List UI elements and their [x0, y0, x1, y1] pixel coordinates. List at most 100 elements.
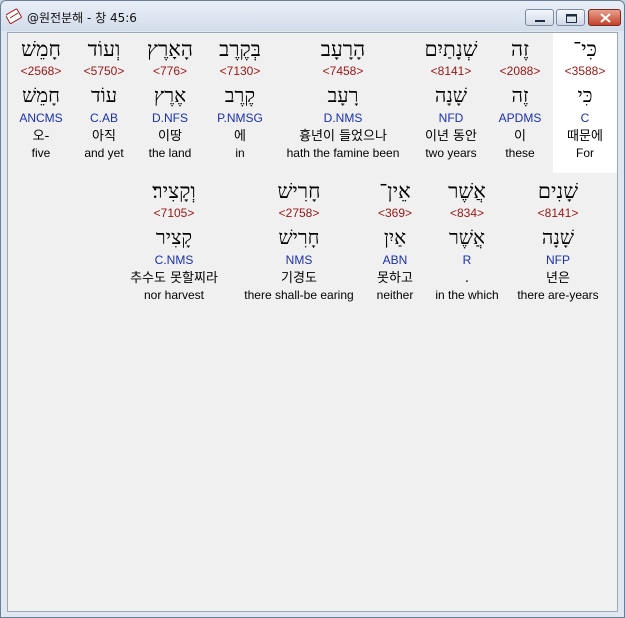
- hebrew-word: כִּי־: [573, 37, 597, 61]
- korean-gloss: 이년 동안: [425, 129, 477, 144]
- hebrew-word: אֲשֶׁר: [448, 179, 486, 203]
- app-window: @원전분해 - 창 45:6 כִּי־ <3588> כִּי C 때문에 F…: [0, 0, 625, 618]
- word-column[interactable]: אֲשֶׁר <834> אֲשֶׁר R . in the which: [428, 176, 506, 303]
- morph-code: R: [462, 253, 472, 267]
- korean-gloss: 오-: [32, 129, 50, 144]
- lemma-word: כִּי: [577, 83, 593, 107]
- word-column[interactable]: הָרָעָב <7458> רָעָב D.NMS 흉년이 들었으나 hath…: [277, 34, 409, 161]
- hebrew-word: זֶה: [511, 37, 529, 61]
- word-column[interactable]: חָרִישׁ <2758> חָרִישׁ NMS 기경도 there sha…: [236, 176, 362, 303]
- title-bar[interactable]: @원전분해 - 창 45:6: [1, 1, 624, 31]
- english-gloss: the land: [148, 146, 192, 160]
- word-column[interactable]: אֵין־ <369> אַיִן ABN 못하고 neither: [366, 176, 424, 303]
- morph-code: D.NMS: [323, 111, 363, 125]
- maximize-icon: [566, 14, 577, 23]
- strong-number: <7130>: [219, 64, 261, 78]
- app-icon: [6, 8, 22, 24]
- strong-number: <7458>: [322, 64, 364, 78]
- strong-number: <7105>: [153, 206, 195, 220]
- english-gloss: nor harvest: [143, 288, 205, 302]
- word-column[interactable]: הָאָרֶץ <776> אֶרֶץ D.NFS 이땅 the land: [138, 34, 202, 161]
- hebrew-word: חָרִישׁ: [277, 179, 321, 203]
- strong-number: <834>: [449, 206, 485, 220]
- korean-gloss: 아직: [92, 129, 116, 144]
- word-column[interactable]: חָמֵשׁ <2568> חָמֵשׁ ANCMS 오- five: [11, 34, 71, 161]
- lemma-word: שָׁנָה: [541, 225, 575, 249]
- morph-code: C: [580, 111, 590, 125]
- strong-number: <776>: [152, 64, 188, 78]
- strong-number: <3588>: [564, 64, 606, 78]
- morph-code: D.NFS: [152, 111, 188, 125]
- lemma-word: אַיִן: [383, 225, 407, 249]
- hebrew-word: שָׁנִים: [537, 179, 579, 203]
- lemma-word: קָצִיר: [155, 225, 193, 249]
- korean-gloss: 년은: [546, 271, 570, 286]
- word-column[interactable]: שְׁנָתַיִם <8141> שָׁנָה NFD 이년 동안 two y…: [412, 34, 490, 161]
- english-gloss: in: [235, 146, 245, 160]
- lemma-word: שָׁנָה: [434, 83, 468, 107]
- lemma-word: אֶרֶץ: [153, 83, 187, 107]
- morph-code: NFP: [546, 253, 570, 267]
- interlinear-panel[interactable]: כִּי־ <3588> כִּי C 때문에 For זֶה <2088> ז…: [7, 32, 618, 612]
- strong-number: <5750>: [83, 64, 125, 78]
- korean-gloss: 추수도 못할찌라: [130, 271, 218, 286]
- hebrew-word: וְקָצִיר׃: [152, 179, 196, 203]
- hebrew-word: וְעוֹד: [87, 37, 121, 61]
- korean-gloss: 이땅: [158, 129, 182, 144]
- lemma-word: זֶה: [511, 83, 529, 107]
- english-gloss: and yet: [84, 146, 124, 160]
- hebrew-word: הָרָעָב: [320, 37, 366, 61]
- hebrew-word: בְּקֶרֶב: [219, 37, 261, 61]
- hebrew-word: הָאָרֶץ: [147, 37, 193, 61]
- english-gloss: hath the famine been: [286, 146, 400, 160]
- hebrew-word: חָמֵשׁ: [21, 37, 61, 61]
- strong-number: <2568>: [20, 64, 62, 78]
- morph-code: ABN: [382, 253, 408, 267]
- english-gloss: in the which: [435, 288, 499, 302]
- word-column[interactable]: וְקָצִיר׃ <7105> קָצִיר C.NMS 추수도 못할찌라 n…: [126, 176, 222, 303]
- english-gloss: For: [576, 146, 594, 160]
- strong-number: <369>: [377, 206, 413, 220]
- english-gloss: two years: [425, 146, 477, 160]
- lemma-word: אֲשֶׁר: [449, 225, 485, 249]
- lemma-word: רָעָב: [327, 83, 359, 107]
- close-icon: [600, 13, 611, 23]
- lemma-word: חָרִישׁ: [278, 225, 320, 249]
- morph-code: C.NMS: [154, 253, 194, 267]
- english-gloss: there shall-be earing: [244, 288, 354, 302]
- strong-number: <2088>: [499, 64, 541, 78]
- korean-gloss: 때문에: [567, 129, 603, 144]
- hebrew-word: שְׁנָתַיִם: [424, 37, 478, 61]
- word-column[interactable]: כִּי־ <3588> כִּי C 때문에 For: [556, 34, 614, 161]
- lemma-word: עוֹד: [90, 83, 118, 107]
- strong-number: <8141>: [430, 64, 472, 78]
- minimize-button[interactable]: [525, 9, 554, 26]
- close-button[interactable]: [588, 9, 621, 26]
- word-column[interactable]: שָׁנִים <8141> שָׁנָה NFP 년은 there are-y…: [510, 176, 606, 303]
- korean-gloss: 흉년이 들었으나: [299, 129, 387, 144]
- word-column[interactable]: וְעוֹד <5750> עוֹד C.AB 아직 and yet: [74, 34, 134, 161]
- strong-number: <2758>: [278, 206, 320, 220]
- morph-code: APDMS: [498, 111, 542, 125]
- word-column[interactable]: בְּקֶרֶב <7130> קֶרֶב P.NMSG 에 in: [207, 34, 273, 161]
- lemma-word: חָמֵשׁ: [22, 83, 60, 107]
- english-gloss: five: [31, 146, 51, 160]
- lemma-word: קֶרֶב: [224, 83, 256, 107]
- english-gloss: neither: [376, 288, 414, 302]
- strong-number: <8141>: [537, 206, 579, 220]
- morph-code: P.NMSG: [217, 111, 263, 125]
- korean-gloss: 에: [234, 129, 246, 144]
- morph-code: ANCMS: [19, 111, 63, 125]
- window-title: @원전분해 - 창 45:6: [27, 11, 137, 25]
- minimize-icon: [535, 20, 545, 22]
- korean-gloss: 이: [514, 129, 526, 144]
- maximize-button[interactable]: [556, 9, 585, 26]
- korean-gloss: 기경도: [281, 271, 317, 286]
- morph-code: NMS: [285, 253, 313, 267]
- word-column[interactable]: זֶה <2088> זֶה APDMS 이 these: [492, 34, 548, 161]
- hebrew-word: אֵין־: [379, 179, 411, 203]
- morph-code: NFD: [438, 111, 464, 125]
- english-gloss: there are-years: [517, 288, 599, 302]
- english-gloss: these: [505, 146, 535, 160]
- korean-gloss: .: [464, 271, 470, 286]
